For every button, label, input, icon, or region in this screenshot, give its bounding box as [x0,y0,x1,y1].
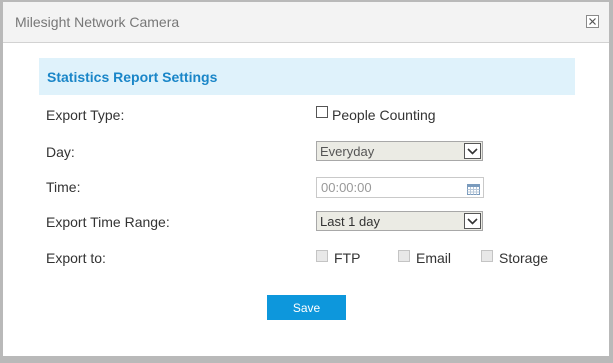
day-label: Day: [46,144,75,160]
section-title: Statistics Report Settings [47,69,218,85]
day-select[interactable]: Everyday [316,141,483,161]
chevron-down-icon [467,218,478,225]
export-time-range-dropdown-button[interactable] [464,213,481,229]
chevron-down-icon [467,148,478,155]
storage-label[interactable]: Storage [499,250,548,266]
close-button[interactable] [586,15,599,28]
time-input[interactable]: 00:00:00 [316,177,484,198]
export-time-range-label: Export Time Range: [46,214,170,230]
day-select-value: Everyday [320,144,375,159]
save-button[interactable]: Save [267,295,346,320]
people-counting-label[interactable]: People Counting [332,107,436,123]
email-checkbox[interactable] [398,250,410,262]
export-to-label: Export to: [46,250,106,266]
ftp-label[interactable]: FTP [334,250,360,266]
export-time-range-select[interactable]: Last 1 day [316,211,483,231]
email-label[interactable]: Email [416,250,451,266]
time-value: 00:00:00 [321,180,372,195]
close-icon [589,18,596,25]
export-time-range-value: Last 1 day [320,214,380,229]
ftp-checkbox[interactable] [316,250,328,262]
calendar-icon[interactable] [467,182,480,200]
storage-checkbox[interactable] [481,250,493,262]
day-dropdown-button[interactable] [464,143,481,159]
dialog: Milesight Network Camera Statistics Repo… [3,2,609,356]
export-type-label: Export Type: [46,107,125,123]
people-counting-checkbox[interactable] [316,106,328,118]
section-header: Statistics Report Settings [39,58,575,95]
time-label: Time: [46,179,81,195]
dialog-title: Milesight Network Camera [15,14,180,30]
dialog-titlebar: Milesight Network Camera [3,2,609,43]
dialog-frame: Milesight Network Camera Statistics Repo… [0,0,613,363]
